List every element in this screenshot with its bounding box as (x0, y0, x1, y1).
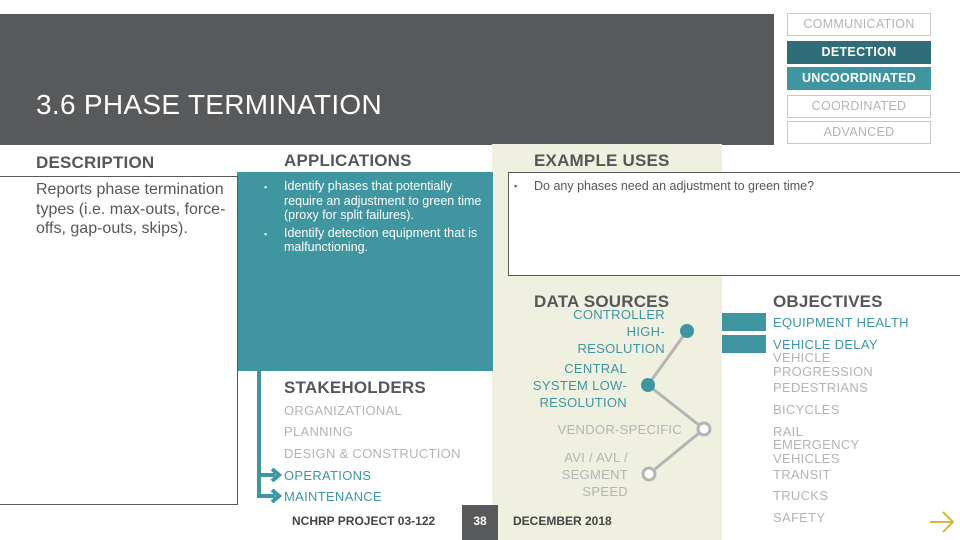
arrow-right-icon (261, 489, 283, 503)
data-source-dot-active (680, 324, 694, 338)
header-bar (0, 14, 774, 145)
objective-line: EMERGENCY (773, 437, 860, 452)
data-source-line: SEGMENT (561, 467, 628, 482)
stakeholder-design-construction: DESIGN & CONSTRUCTION (284, 446, 461, 461)
tab-uncoordinated[interactable]: UNCOORDINATED (787, 67, 931, 90)
data-source-avi-avl: AVI / AVL / SEGMENT SPEED (540, 449, 628, 500)
data-source-line: CENTRAL (564, 361, 627, 376)
footer-date: DECEMBER 2018 (513, 514, 612, 528)
tab-advanced[interactable]: ADVANCED (787, 121, 931, 144)
objective-transit: TRANSIT (773, 467, 831, 482)
stakeholder-organizational: ORGANIZATIONAL (284, 403, 403, 418)
applications-heading: APPLICATIONS (284, 151, 412, 170)
applications-item: Identify detection equipment that is mal… (264, 226, 482, 255)
applications-list: Identify phases that potentially require… (264, 179, 482, 258)
stakeholders-heading: STAKEHOLDERS (284, 378, 426, 397)
applications-item: Identify phases that potentially require… (264, 179, 482, 223)
objective-trucks: TRUCKS (773, 488, 829, 503)
example-uses-item: Do any phases need an adjustment to gree… (514, 179, 934, 194)
objective-indicator-bar (722, 335, 766, 353)
data-source-line: RESOLUTION (539, 395, 627, 410)
data-source-line: CONTROLLER (573, 307, 665, 322)
data-source-line: VENDOR-SPECIFIC (557, 422, 682, 437)
objective-bicycles: BICYCLES (773, 402, 840, 417)
data-source-vendor-specific: VENDOR-SPECIFIC (540, 421, 682, 438)
stakeholder-maintenance: MAINTENANCE (284, 489, 382, 504)
tab-communication[interactable]: COMMUNICATION (787, 13, 931, 36)
tab-coordinated[interactable]: COORDINATED (787, 95, 931, 118)
objective-vehicle-progression: VEHICLE PROGRESSION (773, 351, 873, 379)
objective-safety: SAFETY (773, 510, 826, 525)
data-source-line: RESOLUTION (577, 341, 665, 356)
example-uses-list: Do any phases need an adjustment to gree… (514, 179, 934, 194)
objective-line: VEHICLES (773, 451, 840, 466)
data-source-line: SPEED (582, 484, 628, 499)
data-source-dot-inactive (696, 421, 712, 437)
footer-project: NCHRP PROJECT 03-122 (292, 514, 436, 528)
objective-line: PROGRESSION (773, 364, 874, 379)
description-heading: DESCRIPTION (36, 153, 155, 172)
description-text: Reports phase termination types (i.e. ma… (36, 181, 226, 237)
objective-emergency-vehicles: EMERGENCY VEHICLES (773, 438, 860, 466)
page-title: 3.6 PHASE TERMINATION (36, 89, 383, 120)
data-source-line: AVI / AVL / (564, 450, 628, 465)
data-source-controller-high-res: CONTROLLER HIGH- RESOLUTION (540, 306, 665, 357)
objective-line: VEHICLE (773, 350, 831, 365)
data-source-dot-active (641, 378, 655, 392)
tab-detection[interactable]: DETECTION (787, 41, 931, 64)
data-source-central-low-res: CENTRAL SYSTEM LOW- RESOLUTION (520, 360, 627, 411)
data-source-line: HIGH- (626, 324, 665, 339)
page-number: 38 (462, 505, 498, 540)
objectives-heading: OBJECTIVES (773, 292, 883, 311)
arrow-right-icon (261, 468, 283, 482)
objective-pedestrians: PEDESTRIANS (773, 380, 869, 395)
objective-equipment-health: EQUIPMENT HEALTH (773, 315, 909, 330)
data-source-dot-inactive (641, 466, 657, 482)
example-uses-heading: EXAMPLE USES (534, 151, 670, 170)
stakeholder-planning: PLANNING (284, 424, 353, 439)
objective-indicator-bar (722, 313, 766, 331)
data-source-line: SYSTEM LOW- (532, 378, 627, 393)
arrow-right-icon[interactable] (928, 510, 956, 534)
stakeholder-operations: OPERATIONS (284, 468, 372, 483)
